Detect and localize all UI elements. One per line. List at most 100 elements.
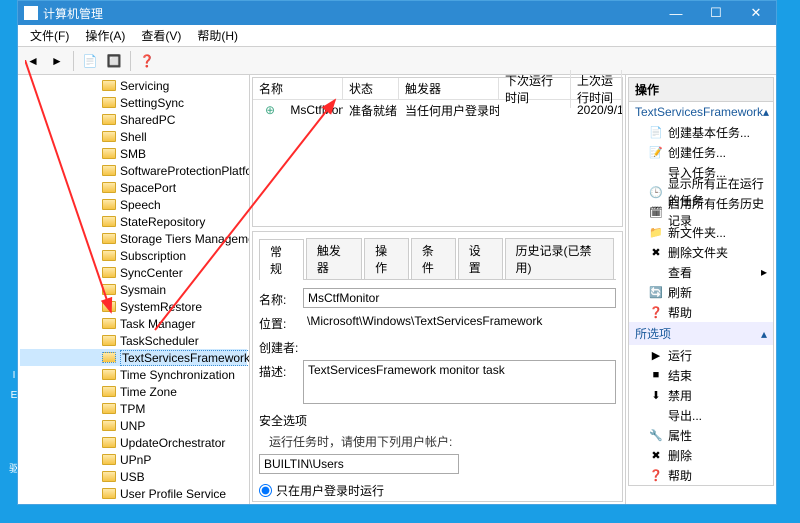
action-icon: 📝 [649, 145, 663, 159]
collapse-icon[interactable]: ▴ [761, 327, 767, 341]
tree-item-label: USB [120, 470, 145, 484]
action-导出[interactable]: 导出... [629, 405, 773, 425]
tree-item-sysmain[interactable]: Sysmain [20, 281, 247, 298]
computer-management-window: 计算机管理 — ☐ ✕ 文件(F) 操作(A) 查看(V) 帮助(H) ◄ ► … [17, 0, 777, 505]
col-trigger[interactable]: 触发器 [399, 78, 499, 99]
folder-icon [102, 233, 116, 244]
tree-item-label: UpdateOrchestrator [120, 436, 225, 450]
tree-item-servicing[interactable]: Servicing [20, 77, 247, 94]
tab-history[interactable]: 历史记录(已禁用) [505, 238, 614, 279]
tree-item-speech[interactable]: Speech [20, 196, 247, 213]
tree-item-shell[interactable]: Shell [20, 128, 247, 145]
close-button[interactable]: ✕ [736, 1, 776, 25]
action-删除[interactable]: ✖删除 [629, 445, 773, 465]
folder-icon [102, 114, 116, 125]
action-icon: ❓ [649, 305, 663, 319]
folder-icon [102, 335, 116, 346]
menu-help[interactable]: 帮助(H) [189, 25, 246, 46]
folder-icon [102, 80, 116, 91]
menu-file[interactable]: 文件(F) [22, 25, 77, 46]
menu-view[interactable]: 查看(V) [133, 25, 189, 46]
folder-icon [102, 437, 116, 448]
tree-item-upnp[interactable]: UPnP [20, 451, 247, 468]
tree-item-time-zone[interactable]: Time Zone [20, 383, 247, 400]
tree-item-subscription[interactable]: Subscription [20, 247, 247, 264]
tree-pane[interactable]: ServicingSettingSyncSharedPCShellSMB Soft… [18, 75, 250, 504]
tree-item-updateorchestrator[interactable]: UpdateOrchestrator [20, 434, 247, 451]
task-row[interactable]: ⊕ MsCtfMoni... 准备就绪 当任何用户登录时 2020/9/15 1… [253, 100, 622, 120]
toolbar: ◄ ► 📄 🔲 ❓ [18, 47, 776, 75]
tree-item-smb[interactable]: SMB [20, 145, 247, 162]
tree-item-unp[interactable]: UNP [20, 417, 247, 434]
actions-group-1-title: TextServicesFramework▴ [629, 102, 773, 122]
action-icon: ▶ [649, 348, 663, 362]
toolbar-help-button[interactable]: ❓ [136, 50, 158, 72]
app-icon [24, 6, 38, 20]
folder-icon [102, 352, 116, 363]
action-label: 运行 [668, 347, 692, 364]
tab-triggers[interactable]: 触发器 [306, 238, 362, 279]
tree-item-time-synchronization[interactable]: Time Synchronization [20, 366, 247, 383]
action-禁用[interactable]: ⬇禁用 [629, 385, 773, 405]
action-icon: 🔧 [649, 428, 663, 442]
action-运行[interactable]: ▶ 运行 [629, 345, 773, 365]
security-line: 运行任务时，请使用下列用户帐户: [269, 433, 616, 450]
minimize-button[interactable]: — [656, 1, 696, 25]
tree-item-label: SoftwareProtectionPlatform [120, 164, 250, 178]
security-account[interactable]: BUILTIN\Users [259, 454, 459, 474]
folder-icon [102, 165, 116, 176]
desc-field[interactable]: TextServicesFramework monitor task [303, 360, 616, 404]
tree-item-label: SystemRestore [120, 300, 202, 314]
action-启用所有任务历史记录[interactable]: 🗓启用所有任务历史记录 [629, 202, 773, 222]
action-帮助[interactable]: ❓帮助 [629, 302, 773, 322]
titlebar[interactable]: 计算机管理 — ☐ ✕ [18, 1, 776, 25]
action-帮助[interactable]: ❓帮助 [629, 465, 773, 485]
action-icon [649, 408, 663, 422]
tree-item-settingsync[interactable]: SettingSync [20, 94, 247, 111]
folder-icon [102, 318, 116, 329]
action-创建基本任务[interactable]: 📄创建基本任务... [629, 122, 773, 142]
login-radio-label: 只在用户登录时运行 [276, 482, 384, 499]
tab-settings[interactable]: 设置 [458, 238, 503, 279]
tree-item-softwareprotectionplatform[interactable]: SoftwareProtectionPlatform [20, 162, 247, 179]
col-status[interactable]: 状态 [343, 78, 399, 99]
tree-item-textservicesframework[interactable]: TextServicesFramework [20, 349, 247, 366]
action-查看[interactable]: 查看▸ [629, 262, 773, 282]
action-结束[interactable]: ■结束 [629, 365, 773, 385]
tab-actions[interactable]: 操作 [364, 238, 409, 279]
collapse-icon[interactable]: ▴ [763, 105, 769, 119]
folder-icon [102, 182, 116, 193]
toolbar-forward-button[interactable]: ► [46, 50, 68, 72]
tree-item-user-profile-service[interactable]: User Profile Service [20, 485, 247, 502]
tab-general[interactable]: 常规 [259, 239, 304, 280]
name-field[interactable] [303, 288, 616, 308]
menu-action[interactable]: 操作(A) [77, 25, 133, 46]
folder-icon [102, 250, 116, 261]
task-trigger: 当任何用户登录时 [399, 100, 499, 121]
maximize-button[interactable]: ☐ [696, 1, 736, 25]
tree-item-taskscheduler[interactable]: TaskScheduler [20, 332, 247, 349]
action-刷新[interactable]: 🔄刷新 [629, 282, 773, 302]
tree-item-systemrestore[interactable]: SystemRestore [20, 298, 247, 315]
action-创建任务[interactable]: 📝 创建任务... [629, 142, 773, 162]
tree-item-spaceport[interactable]: SpacePort [20, 179, 247, 196]
tree-item-waasmedic[interactable]: WaaSMedic [20, 502, 247, 504]
toolbar-back-button[interactable]: ◄ [22, 50, 44, 72]
tree-item-task-manager[interactable]: Task Manager [20, 315, 247, 332]
action-icon: 🕒 [649, 185, 663, 199]
action-删除文件夹[interactable]: ✖删除文件夹 [629, 242, 773, 262]
action-属性[interactable]: 🔧属性 [629, 425, 773, 445]
action-label: 创建任务... [668, 144, 726, 161]
toolbar-refresh-button[interactable]: 🔲 [103, 50, 125, 72]
tree-item-sharedpc[interactable]: SharedPC [20, 111, 247, 128]
login-radio[interactable] [259, 484, 272, 497]
tree-item-tpm[interactable]: TPM [20, 400, 247, 417]
tree-item-usb[interactable]: USB [20, 468, 247, 485]
tree-item-staterepository[interactable]: StateRepository [20, 213, 247, 230]
toolbar-up-button[interactable]: 📄 [79, 50, 101, 72]
tree-item-synccenter[interactable]: SyncCenter [20, 264, 247, 281]
tab-conditions[interactable]: 条件 [411, 238, 456, 279]
action-label: 创建基本任务... [668, 124, 750, 141]
tree-item-storage-tiers-management[interactable]: Storage Tiers Management [20, 230, 247, 247]
col-name[interactable]: 名称 [253, 78, 343, 99]
